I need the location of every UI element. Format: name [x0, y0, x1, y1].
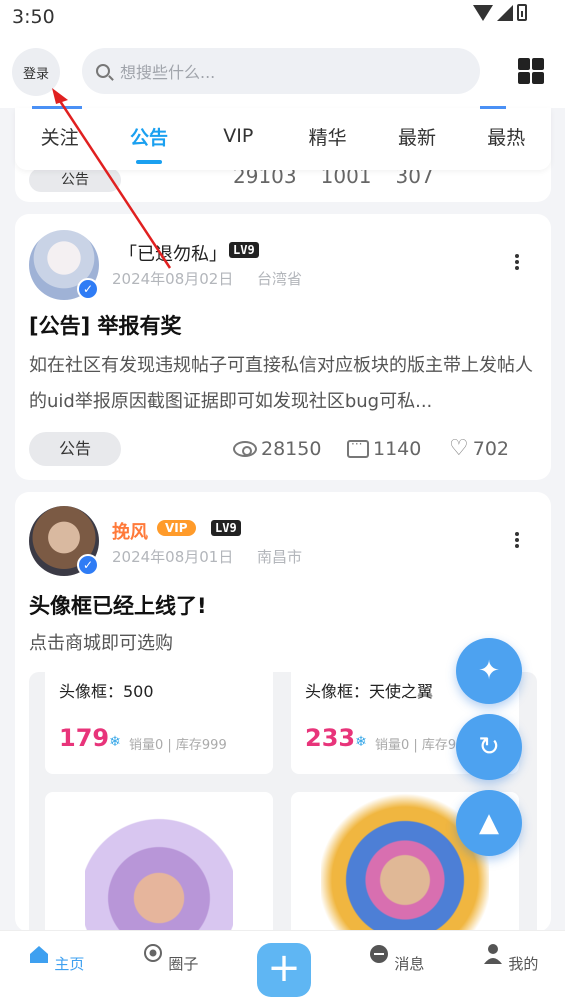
circle-icon	[143, 944, 162, 962]
tab-follow[interactable]: 关注	[15, 123, 104, 156]
search-placeholder: 想搜些什么...	[120, 63, 216, 82]
search-icon	[96, 64, 110, 78]
nav-circle-label: 圈子	[168, 955, 199, 973]
status-bar: 3:50	[0, 0, 565, 36]
message-icon	[369, 945, 388, 963]
user-icon	[483, 944, 502, 964]
nav-messages-label: 消息	[394, 955, 425, 973]
battery-icon	[517, 4, 527, 21]
nav-circle[interactable]: 圈子	[130, 943, 210, 974]
post-date: 2024年08月01日	[112, 548, 234, 566]
puzzle-icon: ✦	[478, 656, 500, 686]
search-input[interactable]: 想搜些什么...	[82, 48, 480, 94]
comments-count: 1140	[373, 438, 422, 460]
plugin-fab[interactable]: ✦	[456, 638, 522, 704]
level-badge: LV9	[211, 520, 241, 536]
post-location: 南昌市	[257, 548, 303, 566]
author-name[interactable]: 「已退勿私」	[119, 240, 227, 266]
views-stat: 28150	[233, 438, 321, 460]
refresh-fab[interactable]: ↻	[456, 714, 522, 780]
grid-menu-icon[interactable]	[518, 58, 544, 84]
post-title[interactable]: 头像框已经上线了!	[29, 590, 207, 620]
post-tag[interactable]: 公告	[29, 168, 121, 192]
product-card[interactable]: 头像框：500 179❄ 销量0 | 库存999	[45, 672, 273, 774]
tab-accent-line	[32, 106, 82, 109]
product-sales-stock: 销量0 | 库存99	[375, 738, 465, 753]
heart-icon: ♡	[449, 436, 469, 461]
top-header: 登录 想搜些什么...	[0, 36, 565, 108]
product-price: 233❄	[305, 724, 367, 752]
vip-badge: VIP	[157, 520, 196, 536]
avatar-frame-image	[85, 814, 233, 932]
tab-vip[interactable]: VIP	[194, 125, 283, 153]
rocket-icon: ▲	[479, 808, 499, 838]
status-time: 3:50	[12, 6, 55, 28]
product-price: 179❄	[59, 724, 121, 752]
status-icons	[473, 4, 527, 21]
views-count: 28150	[261, 438, 322, 460]
post-body[interactable]: 如在社区有发现违规帖子可直接私信对应板块的版主带上发帖人的uid举报原因截图证据…	[29, 348, 539, 420]
nav-messages[interactable]: 消息	[356, 943, 436, 974]
post-location: 台湾省	[257, 270, 303, 288]
more-options-icon[interactable]	[515, 530, 521, 550]
product-sales-stock: 销量0 | 库存999	[129, 738, 227, 753]
likes-stat[interactable]: ♡ 702	[449, 436, 509, 461]
comment-icon	[347, 437, 369, 458]
post-title[interactable]: [公告] 举报有奖	[29, 310, 182, 340]
nav-profile[interactable]: 我的	[470, 943, 550, 974]
category-tabs: 关注 公告 VIP 精华 最新 最热	[15, 108, 551, 170]
post-date: 2024年08月02日	[112, 270, 234, 288]
tab-hottest[interactable]: 最热	[462, 123, 551, 156]
rocket-fab[interactable]: ▲	[456, 790, 522, 856]
create-post-button[interactable]: +	[257, 943, 311, 997]
snowflake-icon: ❄	[109, 734, 121, 750]
refresh-icon: ↻	[478, 732, 500, 762]
verified-badge-icon: ✓	[77, 554, 99, 576]
more-options-icon[interactable]	[515, 252, 521, 272]
post-card[interactable]: ✓ 「已退勿私」 LV9 2024年08月02日 台湾省 [公告] 举报有奖 如…	[15, 214, 551, 480]
snowflake-icon: ❄	[355, 734, 367, 750]
post-tag[interactable]: 公告	[29, 432, 121, 466]
cellular-icon	[497, 4, 513, 21]
verified-badge-icon: ✓	[77, 278, 99, 300]
post-card[interactable]: ✓ 挽风 VIP LV9 2024年08月01日 南昌市 头像框已经上线了! 点…	[15, 492, 551, 932]
nav-profile-label: 我的	[508, 955, 539, 973]
nav-home[interactable]: 主页	[16, 943, 96, 974]
login-button[interactable]: 登录	[12, 48, 60, 96]
home-icon	[29, 946, 48, 963]
tab-accent-line	[480, 106, 506, 109]
product-grid: 头像框：500 179❄ 销量0 | 库存999 头像框：天使之翼 233❄ 销…	[29, 672, 537, 932]
product-image-card[interactable]	[45, 792, 273, 932]
wifi-icon	[473, 4, 493, 21]
tab-announcement[interactable]: 公告	[104, 123, 193, 164]
likes-count: 702	[472, 438, 509, 460]
bottom-navigation: 主页 圈子 + 消息 我的	[0, 930, 565, 1004]
author-name[interactable]: 挽风	[112, 518, 148, 544]
level-badge: LV9	[229, 242, 259, 258]
product-name: 头像框：500	[59, 682, 154, 701]
tab-latest[interactable]: 最新	[372, 123, 461, 156]
tab-featured[interactable]: 精华	[283, 123, 372, 156]
nav-home-label: 主页	[54, 955, 85, 973]
comments-stat[interactable]: 1140	[347, 437, 422, 460]
eye-icon	[233, 441, 257, 457]
product-name: 头像框：天使之翼	[305, 682, 434, 701]
